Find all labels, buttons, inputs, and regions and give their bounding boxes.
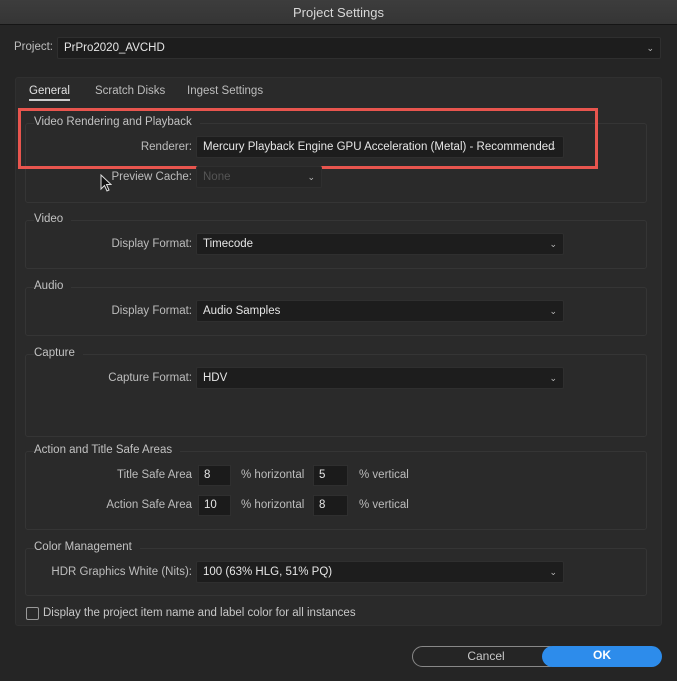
video-display-format-value: Timecode: [203, 238, 254, 250]
preview-cache-value: None: [203, 171, 231, 183]
vertical-unit: % vertical: [359, 469, 409, 481]
hdr-white-dropdown[interactable]: 100 (63% HLG, 51% PQ) ⌄: [196, 561, 564, 583]
title-safe-horizontal-input[interactable]: 8: [198, 465, 231, 486]
preview-cache-label: Preview Cache:: [111, 171, 192, 183]
video-display-format-dropdown[interactable]: Timecode ⌄: [196, 233, 564, 255]
color-management-title: Color Management: [34, 541, 140, 553]
audio-title: Audio: [34, 280, 72, 292]
hdr-white-label: HDR Graphics White (Nits):: [51, 566, 192, 578]
project-value: PrPro2020_AVCHD: [64, 42, 165, 54]
chevron-down-icon: ⌄: [549, 567, 557, 577]
chevron-down-icon: ⌄: [549, 239, 557, 249]
vertical-unit: % vertical: [359, 499, 409, 511]
capture-format-value: HDV: [203, 372, 228, 384]
title-safe-vertical-input[interactable]: 5: [313, 465, 348, 486]
capture-format-dropdown[interactable]: HDV ⌄: [196, 367, 564, 389]
audio-display-format-value: Audio Samples: [203, 305, 281, 317]
tab-general[interactable]: General: [29, 85, 70, 101]
cancel-button[interactable]: Cancel: [412, 646, 560, 667]
horizontal-unit: % horizontal: [241, 469, 305, 481]
project-dropdown[interactable]: PrPro2020_AVCHD ⌄: [57, 37, 661, 59]
horizontal-unit: % horizontal: [241, 499, 305, 511]
capture-format-label: Capture Format:: [108, 372, 192, 384]
video-title: Video: [34, 213, 72, 225]
display-label-checkbox[interactable]: [26, 607, 39, 620]
chevron-down-icon: ⌄: [307, 172, 315, 182]
ok-button[interactable]: OK: [542, 646, 662, 667]
title-safe-label: Title Safe Area: [116, 469, 192, 481]
hdr-white-value: 100 (63% HLG, 51% PQ): [203, 566, 333, 578]
display-label-checkbox-label[interactable]: Display the project item name and label …: [43, 607, 356, 619]
audio-display-format-dropdown[interactable]: Audio Samples ⌄: [196, 300, 564, 322]
action-safe-label: Action Safe Area: [106, 499, 192, 511]
title-bar: Project Settings: [0, 0, 677, 25]
tab-ingest-settings[interactable]: Ingest Settings: [187, 85, 263, 97]
mouse-cursor-icon: [100, 174, 112, 192]
chevron-down-icon: ⌄: [549, 373, 557, 383]
chevron-down-icon: ⌄: [549, 306, 557, 316]
safe-areas-group: [25, 451, 647, 530]
capture-title: Capture: [34, 347, 83, 359]
tab-scratch-disks[interactable]: Scratch Disks: [95, 85, 165, 97]
chevron-down-icon: ⌄: [646, 43, 654, 53]
audio-display-format-label: Display Format:: [111, 305, 192, 317]
preview-cache-dropdown[interactable]: None ⌄: [196, 166, 322, 188]
video-display-format-label: Display Format:: [111, 238, 192, 250]
project-label: Project:: [14, 41, 53, 53]
action-safe-horizontal-input[interactable]: 10: [198, 495, 231, 516]
action-safe-vertical-input[interactable]: 8: [313, 495, 348, 516]
safe-areas-title: Action and Title Safe Areas: [34, 444, 181, 456]
highlight-box: [18, 108, 598, 169]
